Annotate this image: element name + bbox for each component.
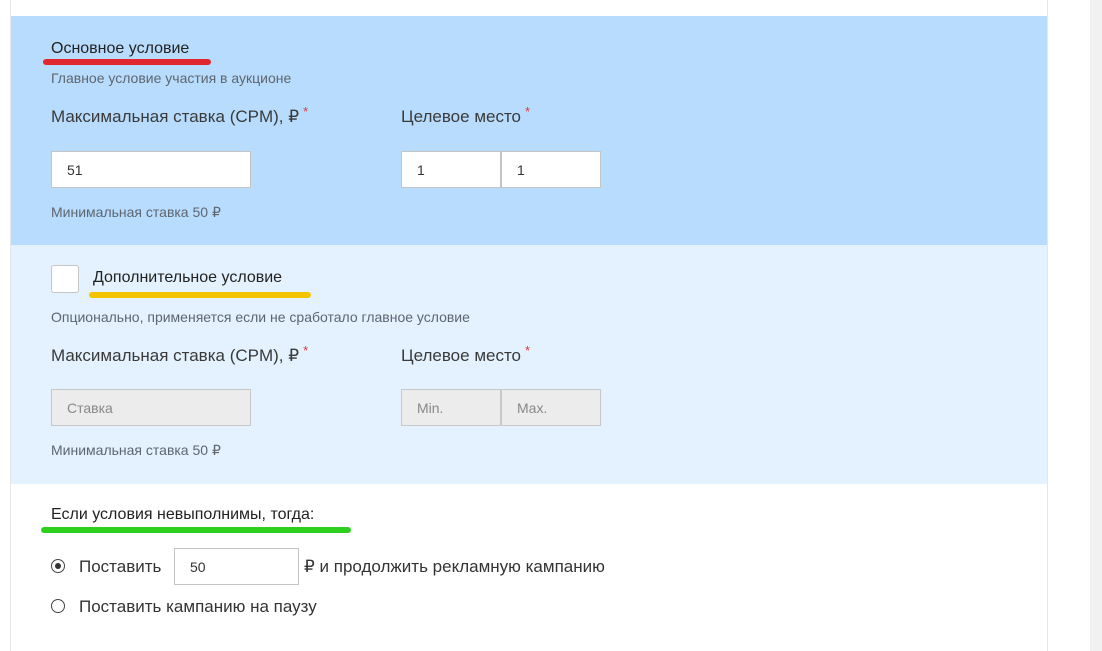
set-bid-radio-label[interactable]: Поставить [79,557,161,577]
extra-condition-underline [89,292,311,298]
main-place-label: Целевое место * [401,104,531,127]
main-bid-input[interactable] [51,151,251,188]
main-place-label-text: Целевое место [401,107,522,126]
set-bid-suffix: ₽ и продолжить рекламную кампанию [304,557,605,576]
extra-condition-title: Дополнительное условие [93,269,283,286]
main-place-max-input[interactable] [501,151,601,188]
fallback-section: Если условия невыполнимы, тогда: Постави… [11,484,1047,651]
extra-place-label-text: Целевое место [401,346,522,365]
extra-bid-input[interactable] [51,389,251,426]
pause-campaign-radio[interactable] [51,599,65,613]
fallback-bid-input[interactable] [174,548,299,585]
main-condition-section: Основное условие Главное условие участия… [11,16,1047,245]
scrollbar-track[interactable] [1090,0,1102,651]
main-place-required-mark: * [525,104,531,119]
fallback-underline [41,527,351,533]
main-bid-required-mark: * [303,104,309,119]
extra-place-label: Целевое место * [401,343,531,366]
extra-bid-label: Максимальная ставка (CPM), ₽ * [51,343,309,366]
main-condition-subtitle: Главное условие участия в аукционе [51,70,292,86]
extra-place-min-input[interactable] [401,389,501,426]
extra-min-bid-hint: Минимальная ставка 50 ₽ [51,442,221,458]
extra-condition-subtitle: Опционально, применяется если не сработа… [51,309,470,325]
extra-bid-label-text: Максимальная ставка (CPM), ₽ [51,346,300,365]
main-place-min-input[interactable] [401,151,501,188]
extra-place-required-mark: * [525,343,531,358]
extra-bid-required-mark: * [303,343,309,358]
pause-campaign-radio-label[interactable]: Поставить кампанию на паузу [79,597,317,617]
main-condition-underline [43,59,211,65]
fallback-title: Если условия невыполнимы, тогда: [51,506,315,523]
extra-condition-checkbox[interactable] [51,265,79,293]
main-bid-label-text: Максимальная ставка (CPM), ₽ [51,107,300,126]
extra-place-max-input[interactable] [501,389,601,426]
extra-condition-section: Дополнительное условие Опционально, прим… [11,245,1047,484]
set-bid-radio[interactable] [51,559,65,573]
bid-settings-card: Основное условие Главное условие участия… [10,0,1048,651]
main-min-bid-hint: Минимальная ставка 50 ₽ [51,204,221,220]
main-bid-label: Максимальная ставка (CPM), ₽ * [51,104,309,127]
main-condition-title: Основное условие [51,40,190,57]
